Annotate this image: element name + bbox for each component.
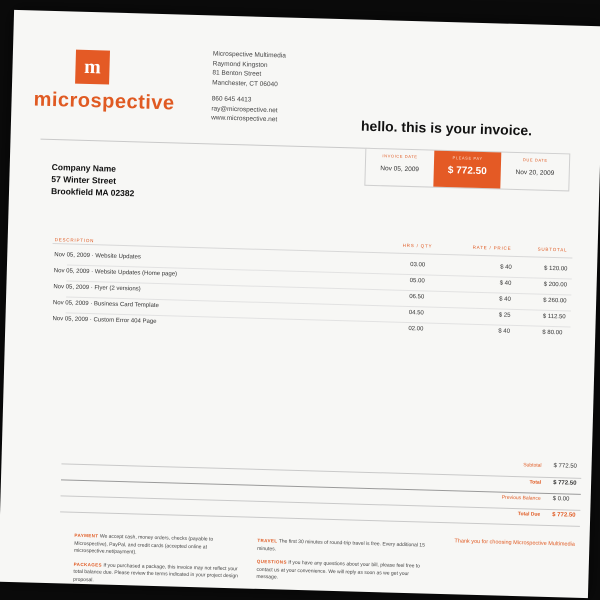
total-due-value: $ 772.50: [552, 512, 576, 519]
thank-you-note: Thank you for choosing Microspective Mul…: [454, 538, 575, 548]
amount-due-box: please pay $ 772.50: [433, 150, 502, 189]
item-rate: $ 40: [499, 296, 511, 303]
subtotal-value: $ 772.50: [553, 463, 578, 470]
item-qty: 03.00: [410, 262, 426, 269]
brand-logo-icon: m: [75, 49, 111, 85]
invoice-summary: invoice date Nov 05, 2009 please pay $ 7…: [364, 147, 571, 192]
item-qty: 04.50: [408, 310, 424, 317]
footer-info-block: travel The first 30 minutes of round-tri…: [256, 537, 427, 586]
item-rate: $ 40: [499, 280, 512, 287]
total-label: Total: [529, 479, 542, 486]
item-description: Nov 05, 2009 · Website Updates (Home pag…: [53, 268, 178, 278]
invoice-page: m microspective Microspective Multimedia…: [0, 9, 600, 599]
packages-label: packages: [73, 561, 103, 568]
client-city: Brookfield MA 02382: [50, 185, 135, 199]
amount-due-label: please pay: [452, 155, 483, 162]
total-due-label: Total Due: [517, 511, 541, 518]
item-description: Nov 05, 2009 · Custom Error 404 Page: [52, 316, 157, 325]
item-subtotal: $ 120.00: [543, 265, 568, 273]
travel-label: travel: [257, 537, 278, 544]
invoice-date-label: invoice date: [382, 153, 418, 160]
item-qty: 06.50: [409, 294, 425, 301]
total-value: $ 772.50: [553, 480, 577, 487]
previous-balance-label: Previous Balance: [501, 494, 541, 502]
item-description: Nov 05, 2009 · Website Updates: [54, 252, 141, 261]
item-rate: $ 40: [500, 264, 512, 271]
item-rate: $ 25: [498, 312, 511, 319]
brand-name: microspective: [33, 88, 175, 115]
col-rate: rate / price: [472, 244, 512, 251]
due-date-value: Nov 20, 2009: [515, 168, 555, 178]
amount-due-value: $ 772.50: [447, 165, 487, 178]
payment-label: payment: [74, 532, 99, 539]
item-qty: 02.00: [408, 326, 424, 333]
item-rate: $ 40: [498, 328, 511, 335]
header-divider: [40, 138, 371, 149]
item-subtotal: $ 200.00: [543, 281, 568, 289]
item-subtotal: $ 112.50: [542, 313, 566, 321]
subtotal-label: Subtotal: [523, 462, 542, 469]
questions-label: questions: [256, 558, 287, 565]
totals-block: Subtotal $ 772.50 Total $ 772.50 Previou…: [62, 449, 592, 518]
item-description: Nov 05, 2009 · Flyer (2 versions): [53, 284, 141, 293]
sender-web[interactable]: www.microspective.net: [211, 113, 284, 125]
item-qty: 05.00: [409, 278, 425, 285]
footer-payment-block: payment We accept cash, money orders, ch…: [73, 532, 244, 589]
invoice-date-box: invoice date Nov 05, 2009: [365, 149, 434, 187]
sender-address: Microspective Multimedia Raymond Kingsto…: [211, 49, 286, 125]
invoice-date-value: Nov 05, 2009: [380, 165, 420, 174]
col-subtotal: subtotal: [537, 246, 568, 253]
item-description: Nov 05, 2009 · Business Card Template: [52, 300, 159, 310]
invoice-headline: hello. this is your invoice.: [360, 117, 533, 139]
sender-city: Manchester, CT 06040: [212, 78, 278, 88]
item-subtotal: $ 260.00: [543, 297, 567, 305]
previous-balance-value: $ 0.00: [552, 496, 570, 503]
travel-text: The first 30 minutes of round-trip trave…: [257, 538, 425, 552]
due-date-label: due date: [522, 157, 548, 163]
client-address: Company Name 57 Winter Street Brookfield…: [51, 161, 135, 199]
col-qty: hrs / qty: [402, 242, 433, 249]
due-date-box: due date Nov 20, 2009: [501, 153, 570, 191]
item-subtotal: $ 80.00: [542, 329, 563, 337]
